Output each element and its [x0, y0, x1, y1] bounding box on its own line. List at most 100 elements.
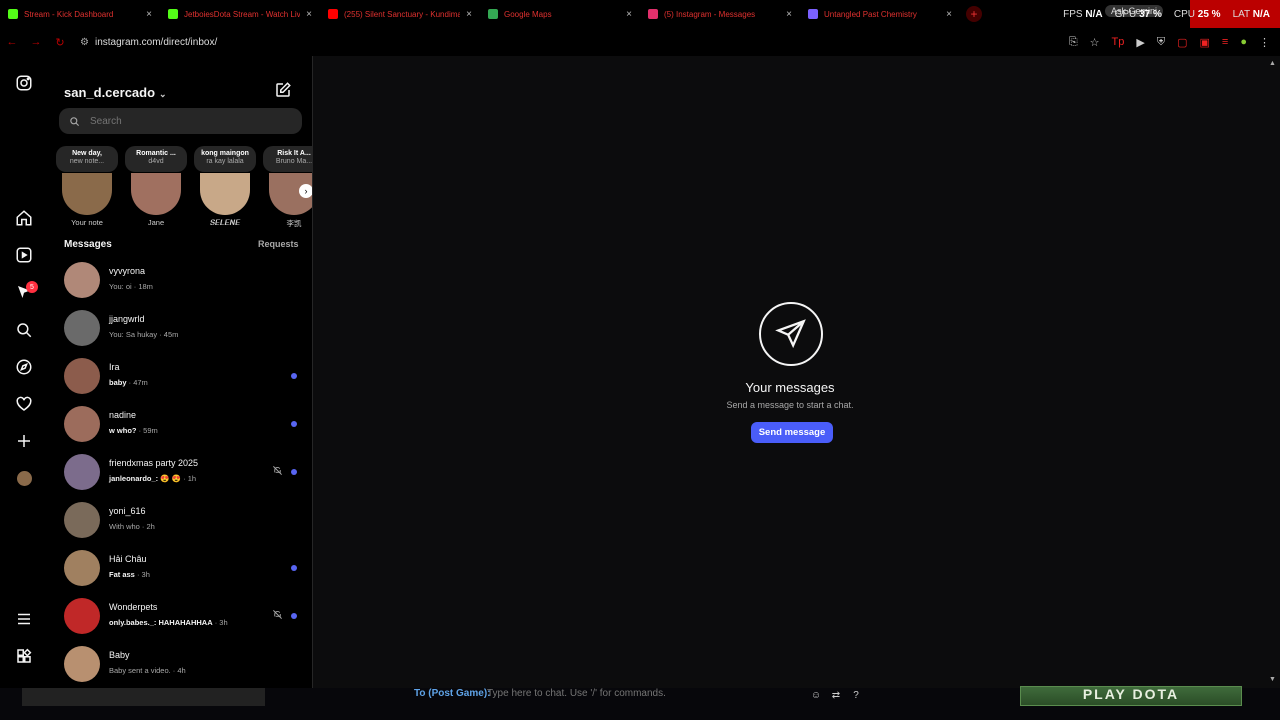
tab-close-icon[interactable]: × [626, 9, 632, 20]
messages-heading: Messages [64, 239, 112, 250]
tab-close-icon[interactable]: × [466, 9, 472, 20]
lat-stat: LAT N/A [1232, 8, 1270, 20]
note-author: Your note [71, 218, 103, 227]
tab-favicon-icon [168, 9, 178, 19]
unread-dot [291, 421, 297, 427]
tab-close-icon[interactable]: × [946, 9, 952, 20]
new-message-icon[interactable] [274, 81, 292, 99]
play-extension-icon[interactable]: ▶ [1136, 36, 1144, 49]
hero-icons-strip [22, 688, 265, 706]
note-author: 𝑺𝑬𝑳𝑬𝑵𝑬 [209, 218, 241, 227]
tab-close-icon[interactable]: × [146, 9, 152, 20]
shield-icon[interactable]: ⛨ [1157, 36, 1165, 49]
thread-row[interactable]: Ira baby · 47m [48, 352, 312, 400]
tab-favicon-icon [488, 9, 498, 19]
page-scrollbar[interactable]: ▲ ▼ [1266, 56, 1280, 688]
emoji-icon[interactable]: ☺ [809, 688, 823, 702]
avatar [64, 550, 100, 586]
scroll-up-icon[interactable]: ▲ [1269, 60, 1276, 67]
avatar [131, 173, 181, 215]
extensions-toolbar: ⎘ ☆ Tp ▶ ⛨ ▢ ▣ ≡ ● ⋮ [1069, 28, 1270, 56]
game-hud-bar: To (Post Game): ☺ ⇄ ? PLAY DOTA [0, 686, 1280, 720]
browser-tab[interactable]: JetboiesDota Stream - Watch Live × [160, 0, 320, 28]
fps-stat: FPS N/A [1063, 8, 1103, 20]
gpu-stat: GPU 37 % [1114, 8, 1162, 20]
tab-title: Untangled Past Chemistry [824, 9, 917, 19]
scroll-down-icon[interactable]: ▼ [1269, 676, 1276, 683]
avatar [64, 262, 100, 298]
thread-row[interactable]: vyvyrona You: oi · 18m [48, 256, 312, 304]
username-label: san_d.cercado [64, 85, 156, 100]
unread-dot [291, 373, 297, 379]
thread-preview: You: Sa hukay · 45m [109, 330, 179, 339]
back-icon[interactable]: ← [0, 36, 24, 48]
explore-icon[interactable] [14, 357, 34, 377]
requests-link[interactable]: Requests [258, 239, 299, 249]
profile-avatar[interactable] [14, 468, 34, 488]
new-tab-button[interactable]: + [966, 6, 982, 22]
bookmark-star-icon[interactable]: ☆ [1090, 36, 1100, 49]
tab-close-icon[interactable]: × [786, 9, 792, 20]
thread-row[interactable]: yoni_616 With who · 2h [48, 496, 312, 544]
cast-extension-icon[interactable]: ▣ [1200, 36, 1210, 49]
avatar [64, 502, 100, 538]
send-message-button[interactable]: Send message [751, 422, 833, 443]
search-icon[interactable] [14, 320, 34, 340]
extension-icon[interactable]: Tp [1112, 36, 1125, 48]
browser-tab[interactable]: (5) Instagram - Messages × [640, 0, 800, 28]
profile-avatar-icon[interactable]: ● [1240, 36, 1247, 48]
browser-tab[interactable]: Stream - Kick Dashboard × [0, 0, 160, 28]
cpu-stat: CPU 25 % [1173, 8, 1221, 20]
chat-target-label: To (Post Game): [414, 688, 491, 699]
help-icon[interactable]: ? [849, 688, 863, 702]
thread-row[interactable]: nadine w who? · 59m [48, 400, 312, 448]
notes-tray: Risk It A... Bruno Ma... 李凯 kong maingon ra… [56, 146, 312, 231]
tab-title: (5) Instagram - Messages [664, 9, 756, 19]
translate-icon[interactable]: ⇄ [829, 688, 843, 702]
paper-plane-icon [759, 302, 823, 366]
browser-tab[interactable]: Untangled Past Chemistry × [800, 0, 960, 28]
messages-badge: 5 [26, 281, 38, 293]
instagram-logo-icon[interactable] [14, 73, 34, 93]
search-field[interactable] [59, 108, 302, 134]
tab-title: (255) Silent Sanctuary - Kundiman [344, 9, 461, 19]
thread-row[interactable]: Hải Châu Fat ass · 3h [48, 544, 312, 592]
browser-tab[interactable]: Google Maps × [480, 0, 640, 28]
note-bubble: New day, new note... [56, 146, 118, 172]
muted-bell-icon [273, 466, 282, 475]
reels-icon[interactable] [14, 245, 34, 265]
thread-row[interactable]: friendxmas party 2025 janleonardo_: 😍 😍 … [48, 448, 312, 496]
tab-title: JetboiesDota Stream - Watch Live [184, 9, 301, 19]
empty-state-subtitle: Send a message to start a chat. [726, 400, 854, 410]
browser-tab[interactable]: (255) Silent Sanctuary - Kundiman × [320, 0, 480, 28]
menu-extension-icon[interactable]: ≡ [1222, 36, 1228, 48]
reload-icon[interactable]: ↻ [48, 36, 72, 49]
avatar [62, 173, 112, 215]
thread-name: Hải Châu [109, 554, 147, 564]
forward-icon[interactable]: → [24, 36, 48, 48]
thread-row[interactable]: Wonderpets only.babes._: HAHAHAHHAA · 3h [48, 592, 312, 640]
note-author: Jane [147, 218, 165, 227]
record-extension-icon[interactable]: ▢ [1177, 36, 1187, 49]
thread-preview: baby · 47m [109, 378, 148, 387]
chevron-right-icon[interactable]: › [299, 184, 312, 198]
home-icon[interactable] [14, 208, 34, 228]
thread-name: vyvyrona [109, 266, 146, 276]
play-dota-button[interactable]: PLAY DOTA [1020, 686, 1242, 706]
notifications-heart-icon[interactable] [14, 394, 34, 414]
search-input[interactable] [90, 115, 270, 127]
thread-name: friendxmas party 2025 [109, 458, 199, 468]
install-app-icon[interactable]: ⎘ [1069, 36, 1078, 49]
create-plus-icon[interactable] [14, 431, 34, 451]
thread-row[interactable]: Baby Baby sent a video. · 4h [48, 640, 312, 688]
account-switcher[interactable]: san_d.cercado ⌄ [64, 85, 167, 100]
browser-menu-icon[interactable]: ⋮ [1259, 36, 1270, 49]
site-info-icon[interactable]: ⚙ [80, 37, 89, 48]
also-from-meta-icon[interactable] [14, 646, 34, 666]
more-menu-icon[interactable] [14, 609, 34, 629]
url-field[interactable]: ⚙ instagram.com/direct/inbox/ [80, 32, 1000, 52]
thread-row[interactable]: jjangwrld You: Sa hukay · 45m [48, 304, 312, 352]
tab-close-icon[interactable]: × [306, 9, 312, 20]
game-chat-input[interactable] [487, 688, 787, 699]
tab-favicon-icon [328, 9, 338, 19]
